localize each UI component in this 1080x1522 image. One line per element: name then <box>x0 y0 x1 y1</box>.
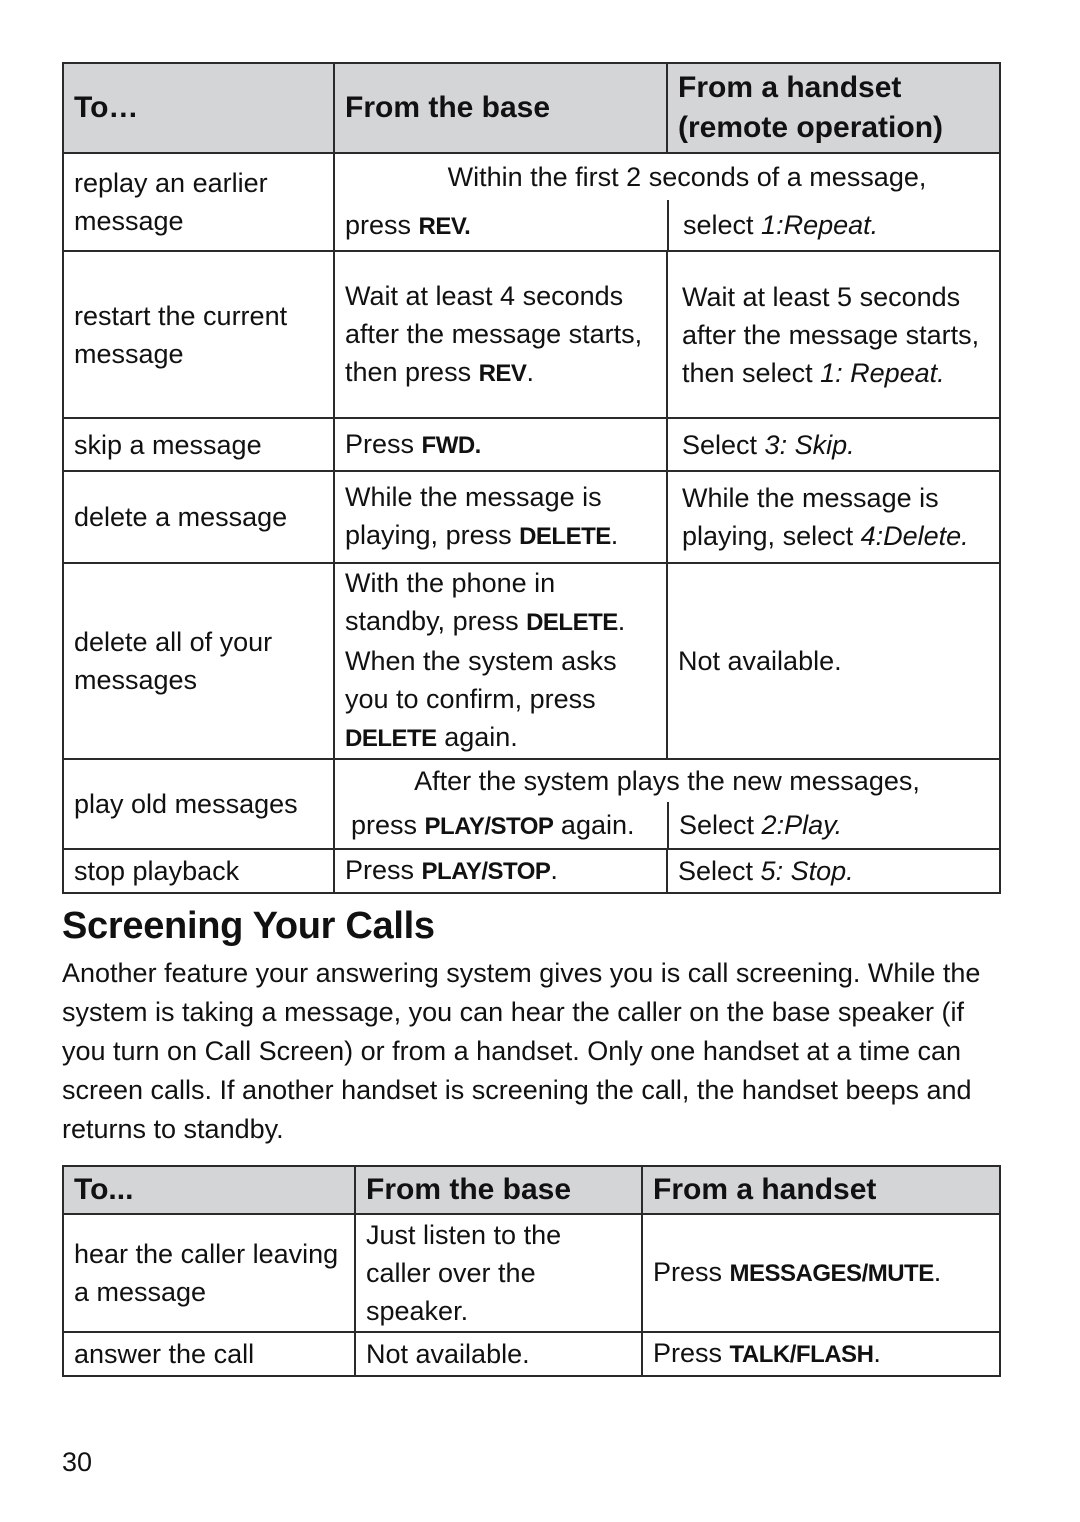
table-row: restart the current message Wait at leas… <box>62 250 1001 419</box>
table-row: hear the caller leaving a message Just l… <box>62 1213 1001 1333</box>
handset-instruction: Select 5: Stop. <box>666 848 1001 894</box>
shared-instruction: Within the first 2 seconds of a message, <box>447 162 927 192</box>
header-to: To… <box>62 62 335 154</box>
base-instruction: Wait at least 4 seconds after the messag… <box>333 250 668 419</box>
base-instruction: Not available. <box>354 1331 643 1377</box>
table-row: skip a message Press FWD. Select 3: Skip… <box>62 417 1001 472</box>
base-instruction: Press FWD. <box>333 417 668 472</box>
action-cell: replay an earlier message <box>62 152 335 252</box>
table-header-row: To… From the base From a handset (remote… <box>62 62 1001 154</box>
action-cell: restart the current message <box>62 250 335 419</box>
page-number: 30 <box>62 1447 93 1477</box>
header-from-base: From the base <box>333 62 668 154</box>
handset-instruction: Select 2:Play. <box>667 802 999 848</box>
handset-instruction: Press TALK/FLASH. <box>641 1331 1001 1377</box>
base-instruction: press REV. <box>345 210 471 240</box>
section-title: Screening Your Calls <box>62 905 435 947</box>
action-cell: delete a message <box>62 470 335 564</box>
base-instruction: Just listen to the caller over the speak… <box>354 1213 643 1333</box>
action-cell: answer the call <box>62 1331 356 1377</box>
header-to: To... <box>62 1165 356 1215</box>
handset-instruction: select 1:Repeat. <box>667 200 999 250</box>
action-cell: hear the caller leaving a message <box>62 1213 356 1333</box>
handset-instruction: While the message is playing, select 4:D… <box>666 470 1001 564</box>
table-row: play old messages After the system plays… <box>62 758 1001 850</box>
table-row: delete all of your messages With the pho… <box>62 562 1001 760</box>
base-instruction: With the phone in standby, press DELETE.… <box>333 562 668 760</box>
table-row: delete a message While the message is pl… <box>62 470 1001 564</box>
base-instruction: press PLAY/STOP again. <box>351 810 635 840</box>
shared-instruction: After the system plays the new messages, <box>414 766 920 796</box>
instruction-merged-cell: Within the first 2 seconds of a message,… <box>333 152 1001 252</box>
handset-instruction: Press MESSAGES/MUTE. <box>641 1213 1001 1333</box>
table-row: replay an earlier message Within the fir… <box>62 152 1001 252</box>
action-cell: play old messages <box>62 758 335 850</box>
header-from-handset: From a handset (remote operation) <box>666 62 1001 154</box>
header-from-base: From the base <box>354 1165 643 1215</box>
action-cell: skip a message <box>62 417 335 472</box>
manual-page: To… From the base From a handset (remote… <box>0 0 1080 1522</box>
handset-instruction: Wait at least 5 seconds after the messag… <box>666 250 1001 419</box>
handset-instruction: Select 3: Skip. <box>666 417 1001 472</box>
instruction-merged-cell: After the system plays the new messages,… <box>333 758 1001 850</box>
table-header-row: To... From the base From a handset <box>62 1165 1001 1215</box>
message-playback-table: To… From the base From a handset (remote… <box>62 62 1001 894</box>
table-row: answer the call Not available. Press TAL… <box>62 1331 1001 1377</box>
section-body: Another feature your answering system gi… <box>62 958 981 1144</box>
table-row: stop playback Press PLAY/STOP. Select 5:… <box>62 848 1001 894</box>
header-from-handset: From a handset <box>641 1165 1001 1215</box>
handset-instruction: Not available. <box>666 562 1001 760</box>
base-instruction: While the message is playing, press DELE… <box>333 470 668 564</box>
base-instruction: Press PLAY/STOP. <box>333 848 668 894</box>
action-cell: delete all of your messages <box>62 562 335 760</box>
action-cell: stop playback <box>62 848 335 894</box>
call-screening-table: To... From the base From a handset hear … <box>62 1165 1001 1377</box>
